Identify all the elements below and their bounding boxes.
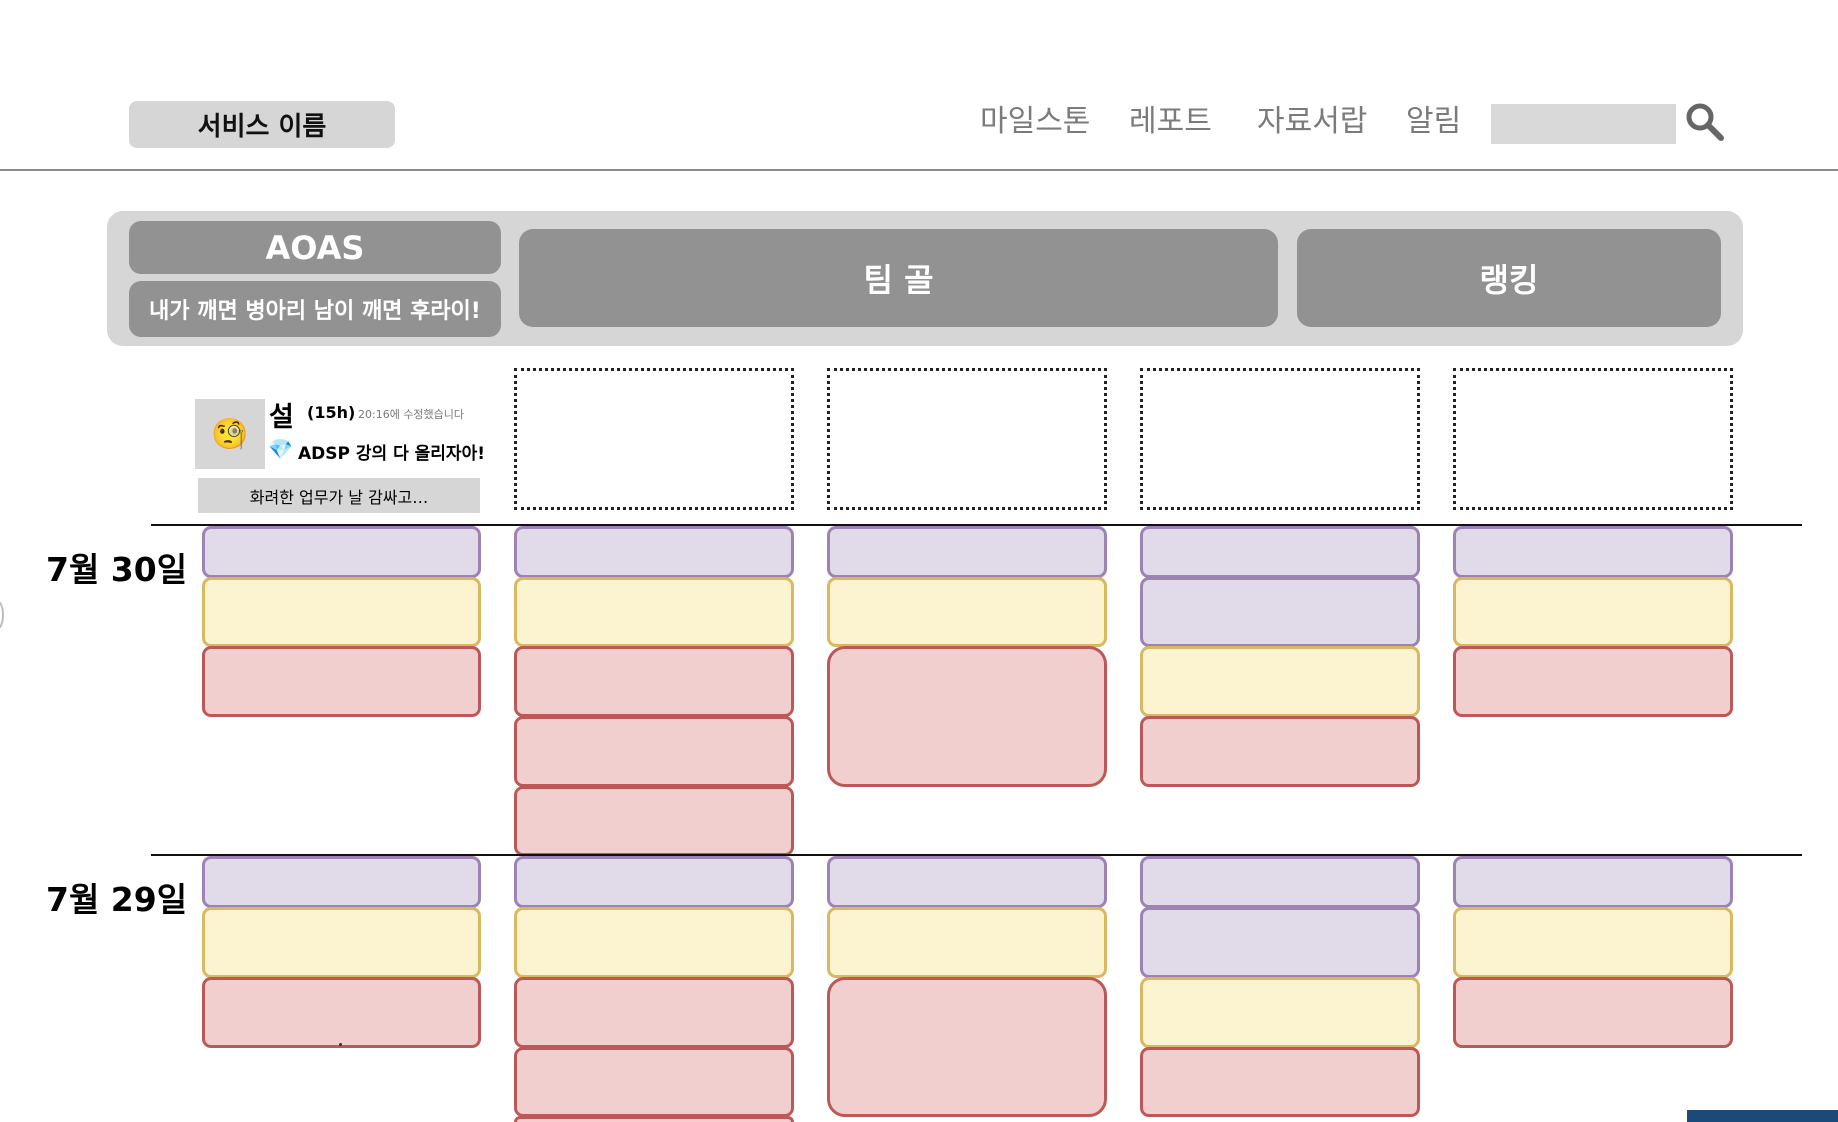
floating-widget[interactable] (1687, 1110, 1838, 1122)
nav-milestone[interactable]: 마일스톤 (980, 100, 1090, 144)
task-card[interactable] (514, 646, 794, 717)
nav-report[interactable]: 레포트 (1129, 100, 1212, 144)
nav-resource-drawer[interactable]: 자료서랍 (1257, 100, 1367, 144)
task-card[interactable] (1140, 577, 1420, 647)
task-card[interactable] (1140, 1047, 1420, 1117)
task-card[interactable] (514, 716, 794, 787)
task-card[interactable] (1140, 716, 1420, 787)
empty-member-slot[interactable] (827, 368, 1107, 510)
task-card[interactable] (827, 977, 1107, 1117)
member-status[interactable]: 화려한 업무가 날 감싸고… (198, 478, 480, 513)
task-card[interactable] (827, 907, 1107, 978)
task-card[interactable] (1140, 856, 1420, 908)
task-card[interactable] (202, 977, 481, 1048)
task-card[interactable] (514, 907, 794, 978)
scroll-edge-indicator (0, 600, 4, 630)
team-motto: 내가 깨면 병아리 남이 깨면 후라이! (129, 281, 501, 337)
task-card[interactable] (827, 856, 1107, 908)
task-card[interactable] (827, 646, 1107, 787)
task-card[interactable] (827, 577, 1107, 647)
task-card[interactable] (514, 1116, 794, 1122)
task-card[interactable] (202, 526, 481, 578)
member-goal: ADSP 강의 다 올리자아! (298, 444, 485, 464)
date-label: 7월 29일 (46, 880, 188, 919)
ranking-button[interactable]: 랭킹 (1297, 229, 1721, 327)
search-input[interactable] (1491, 104, 1676, 144)
team-name[interactable]: AOAS (129, 221, 501, 274)
task-card[interactable] (1453, 977, 1733, 1048)
empty-member-slot[interactable] (1453, 368, 1733, 510)
task-card[interactable] (202, 577, 481, 647)
task-card[interactable] (514, 977, 794, 1048)
task-card[interactable] (1453, 646, 1733, 717)
task-card[interactable] (202, 907, 481, 978)
task-card[interactable] (1453, 577, 1733, 647)
task-card[interactable] (202, 646, 481, 717)
service-name[interactable]: 서비스 이름 (129, 101, 395, 148)
search-icon[interactable] (1683, 100, 1727, 144)
member-edited-time: 20:16에 수정했습니다 (358, 408, 465, 421)
task-card[interactable] (1453, 856, 1733, 908)
task-card[interactable] (514, 577, 794, 647)
date-label: 7월 30일 (46, 550, 188, 589)
gem-icon: 💎 (268, 437, 293, 461)
nav-notifications[interactable]: 알림 (1406, 100, 1461, 144)
task-card[interactable] (514, 526, 794, 578)
task-card[interactable] (1453, 526, 1733, 578)
member-avatar[interactable]: 🧐 (195, 399, 265, 469)
face-with-monocle-icon: 🧐 (211, 416, 249, 452)
empty-member-slot[interactable] (1140, 368, 1420, 510)
task-card[interactable] (202, 856, 481, 908)
empty-member-slot[interactable] (514, 368, 794, 510)
task-card[interactable] (1140, 646, 1420, 717)
task-card[interactable] (514, 786, 794, 856)
stray-mark (339, 1043, 342, 1046)
member-hours: (15h) (307, 403, 356, 422)
header-divider (0, 169, 1838, 171)
task-card[interactable] (827, 526, 1107, 578)
task-card[interactable] (1140, 526, 1420, 578)
member-name: 설 (269, 402, 294, 433)
team-goal-button[interactable]: 팀 골 (519, 229, 1278, 327)
task-card[interactable] (514, 1047, 794, 1117)
task-card[interactable] (1140, 977, 1420, 1048)
task-card[interactable] (1453, 907, 1733, 978)
task-card[interactable] (1140, 907, 1420, 978)
task-card[interactable] (514, 856, 794, 908)
